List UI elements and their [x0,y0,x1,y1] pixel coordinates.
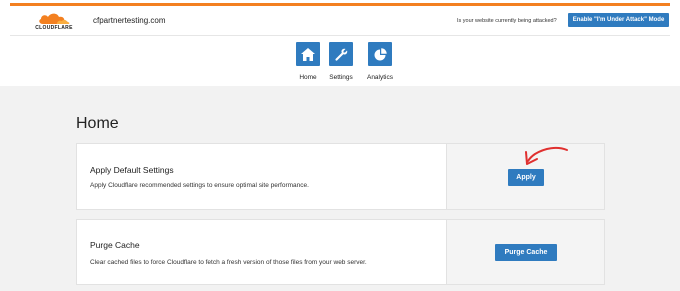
cloud-icon [39,13,70,24]
nav-label-analytics[interactable]: Analytics [360,74,400,81]
nav-tile-analytics[interactable] [368,42,392,66]
card-action-area: Purge Cache [446,220,604,284]
annotation-arrow-icon [525,146,568,165]
under-attack-mode-button[interactable]: Enable "I'm Under Attack" Mode [568,13,669,27]
site-domain: cfpartnertesting.com [93,16,166,25]
home-icon [301,47,315,61]
pie-chart-icon [374,47,387,60]
attack-question-text: Is your website currently being attacked… [457,18,557,24]
card-title: Purge Cache [90,240,140,250]
cloudflare-logo[interactable]: CLOUDFLARE [33,12,75,34]
nav-item-settings[interactable]: Settings [321,42,361,86]
nav-item-analytics[interactable]: Analytics [360,42,400,86]
page-title: Home [76,115,119,132]
card-description: Clear cached files to force Cloudflare t… [90,259,367,266]
nav-tile-settings[interactable] [329,42,353,66]
card-description: Apply Cloudflare recommended settings to… [90,182,309,189]
apply-button[interactable]: Apply [508,169,544,186]
main-nav: Home Settings Analytics [10,37,670,86]
card-purge-cache: Purge Cache Clear cached files to force … [76,219,605,285]
nav-tile-home[interactable] [296,42,320,66]
card-title: Apply Default Settings [90,165,174,175]
top-header: CLOUDFLARE cfpartnertesting.com Is your … [10,6,670,36]
main-content: Home Apply Default Settings Apply Cloudf… [0,86,680,291]
nav-label-settings[interactable]: Settings [321,74,361,81]
wrench-icon [334,48,347,61]
purge-cache-button[interactable]: Purge Cache [495,244,557,261]
logo-wordmark: CLOUDFLARE [35,25,73,31]
